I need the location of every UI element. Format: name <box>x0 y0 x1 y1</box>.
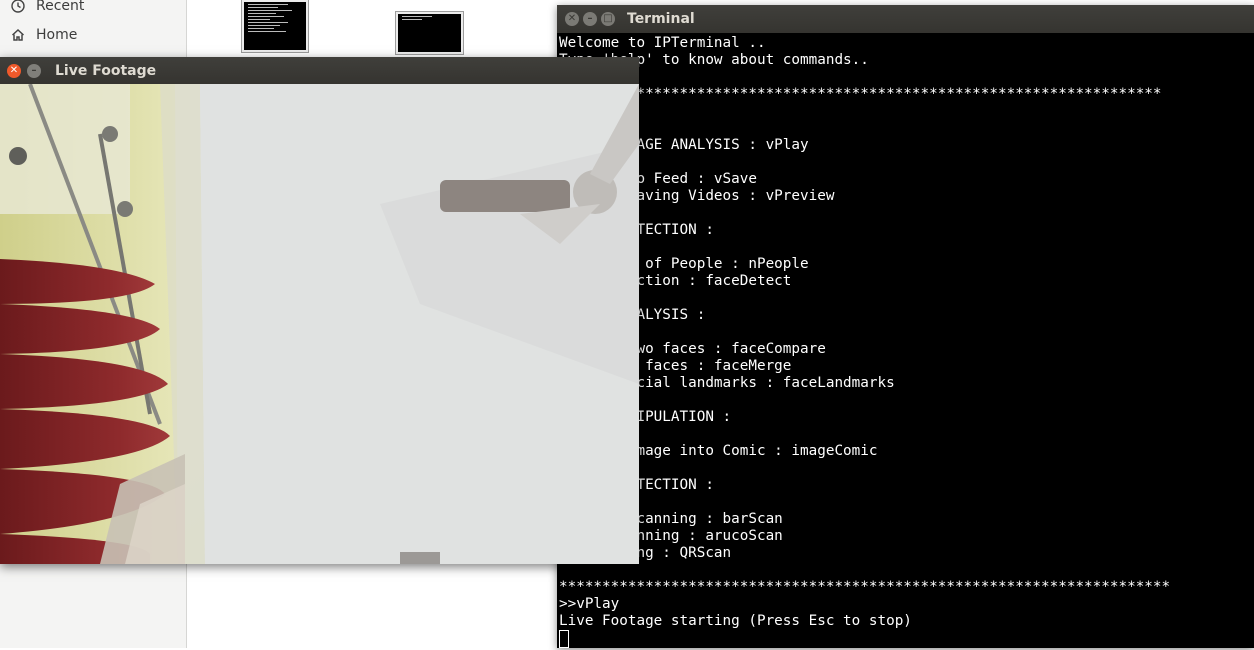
live-footage-titlebar[interactable]: ✕ – Live Footage <box>0 57 639 84</box>
terminal-line: Barcode Scanning : barScan <box>559 511 783 527</box>
terminal-output[interactable]: Welcome to IPTerminal .. Type 'help' to k… <box>559 35 1254 648</box>
terminal-line: LIVE FOOTAGE ANALYSIS : vPlay <box>559 137 809 153</box>
sidebar-item-recent[interactable]: Recent <box>10 0 84 17</box>
terminal-line: Preview Saving Videos : vPreview <box>559 188 835 204</box>
terminal-line: Live Footage starting (Press Esc to stop… <box>559 613 912 629</box>
terminal-line: FACIAL ANALYSIS : <box>559 307 706 323</box>
terminal-window[interactable]: ✕ – □ Terminal Welcome to IPTerminal .. T… <box>557 5 1254 648</box>
clock-icon <box>10 0 26 14</box>
terminal-line: PEOPLE DETECTION : <box>559 222 714 238</box>
camera-frame <box>0 84 639 564</box>
terminal-line: Save Video Feed : vSave <box>559 171 757 187</box>
terminal-line: Merge two faces : faceMerge <box>559 358 792 374</box>
home-icon <box>10 27 26 43</box>
terminal-line: Face Detection : faceDetect <box>559 273 792 289</box>
close-icon[interactable]: ✕ <box>565 12 579 26</box>
terminal-line: Count no. of People : nPeople <box>559 256 809 272</box>
terminal-line: >>vPlay <box>559 596 620 612</box>
terminal-line: Type 'help' to know about commands.. <box>559 52 869 68</box>
close-icon[interactable]: ✕ <box>7 63 21 78</box>
terminal-line: QR Scanning : QRScan <box>559 545 732 561</box>
sidebar-item-label: Home <box>36 27 78 43</box>
window-title: Live Footage <box>55 62 157 79</box>
file-thumbnail[interactable] <box>395 11 464 55</box>
live-footage-window[interactable]: ✕ – Live Footage <box>0 57 639 564</box>
maximize-icon[interactable]: □ <box>601 12 615 26</box>
terminal-line: Welcome to IPTerminal .. <box>559 35 766 51</box>
terminal-line: MARKER DETECTION : <box>559 477 714 493</box>
terminal-line: ****************************************… <box>559 579 1171 595</box>
window-title: Terminal <box>627 11 695 27</box>
terminal-line: ****************************************… <box>559 86 1162 102</box>
terminal-line: Compare two faces : faceCompare <box>559 341 826 357</box>
minimize-icon[interactable]: – <box>27 63 41 78</box>
file-thumbnail[interactable] <box>241 0 309 53</box>
sidebar-item-home[interactable]: Home <box>10 24 77 46</box>
terminal-line: Aruco Scanning : arucoScan <box>559 528 783 544</box>
terminal-line: COMMANDS: <box>559 103 1254 120</box>
terminal-line: Detect facial landmarks : faceLandmarks <box>559 375 895 391</box>
sidebar-item-label: Recent <box>36 0 85 14</box>
terminal-line: Convert Image into Comic : imageComic <box>559 443 878 459</box>
minimize-icon[interactable]: – <box>583 12 597 26</box>
terminal-titlebar[interactable]: ✕ – □ Terminal <box>557 5 1254 33</box>
terminal-cursor[interactable] <box>559 630 1254 650</box>
terminal-line: IMAGE MANIPULATION : <box>559 409 732 425</box>
camera-feed-image <box>0 84 639 564</box>
fan-blade <box>440 180 570 212</box>
